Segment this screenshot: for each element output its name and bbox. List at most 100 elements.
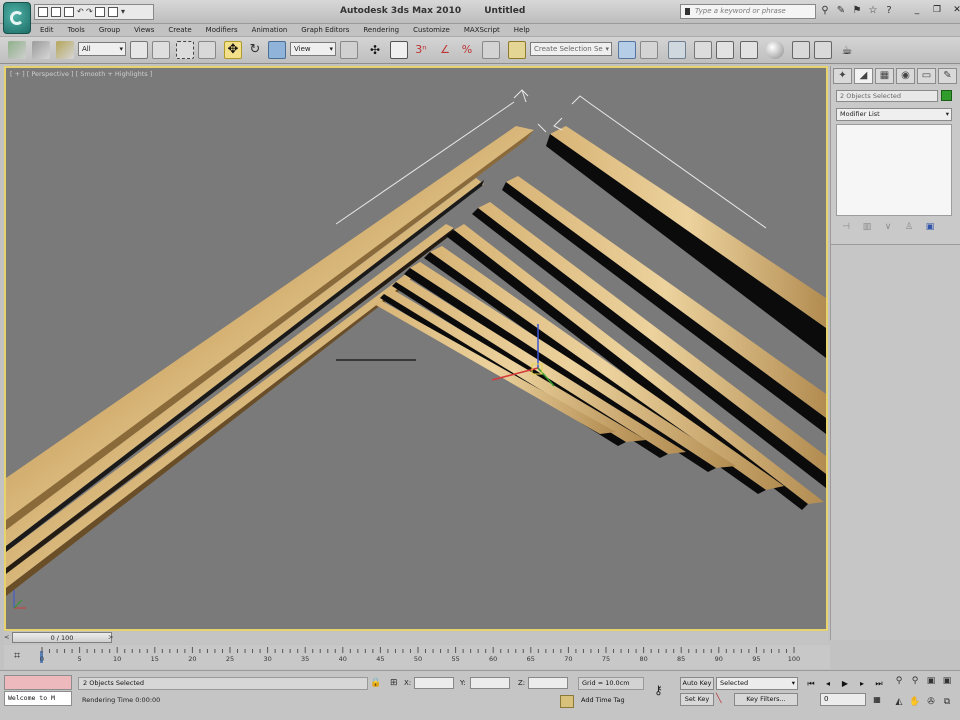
help-icon[interactable]: ?	[882, 3, 896, 19]
absolute-mode-icon[interactable]: ⊞	[390, 677, 402, 689]
select-and-scale-icon[interactable]	[268, 41, 286, 59]
project-folder-icon[interactable]	[108, 7, 118, 17]
time-slider-prev[interactable]: <	[4, 633, 9, 641]
select-object-icon[interactable]	[130, 41, 148, 59]
menu-item-animation[interactable]: Animation	[252, 24, 288, 36]
auto-key-button[interactable]: Auto Key	[680, 677, 714, 690]
curve-editor-icon[interactable]	[716, 41, 734, 59]
spinner-snap-icon[interactable]	[482, 41, 500, 59]
time-tag-icon[interactable]	[560, 695, 574, 708]
pin-stack-icon[interactable]: ⊣	[838, 219, 854, 235]
current-frame-field[interactable]: 0	[820, 693, 866, 706]
time-slider[interactable]: < 0 / 100 >	[4, 632, 828, 644]
edit-named-selection-icon[interactable]	[508, 41, 526, 59]
menu-item-modifiers[interactable]: Modifiers	[206, 24, 238, 36]
select-and-move-icon[interactable]: ✥	[224, 41, 242, 59]
maximize-viewport-icon[interactable]: ⧉	[940, 696, 954, 708]
key-filter-icon[interactable]: ╲	[716, 693, 730, 706]
selection-filter-dropdown[interactable]: All	[78, 42, 126, 56]
graphite-modeling-tools-icon[interactable]	[694, 41, 712, 59]
menu-item-help[interactable]: Help	[514, 24, 530, 36]
zoom-extents-icon[interactable]: ▣	[924, 675, 938, 687]
object-color-swatch[interactable]	[941, 90, 952, 101]
previous-frame-icon[interactable]: ◂	[821, 677, 835, 690]
time-slider-next[interactable]: >	[108, 633, 113, 641]
unlink-selection-icon[interactable]	[32, 41, 50, 59]
maxscript-mini-listener-top[interactable]	[4, 675, 72, 690]
time-slider-thumb[interactable]: 0 / 100	[12, 632, 112, 643]
qa-dropdown-icon[interactable]: ▾	[121, 7, 127, 17]
x-coordinate-field[interactable]	[414, 677, 454, 689]
play-icon[interactable]: ▶	[838, 677, 852, 690]
orbit-icon[interactable]: ✇	[924, 696, 938, 708]
key-filters-button[interactable]: Key Filters...	[734, 693, 798, 706]
display-tab-icon[interactable]: ▭	[917, 68, 936, 84]
object-name-field[interactable]: 2 Objects Selected	[836, 90, 938, 102]
create-tab-icon[interactable]: ✦	[833, 68, 852, 84]
new-file-icon[interactable]	[38, 7, 48, 17]
go-to-start-icon[interactable]: ⏮	[804, 677, 818, 690]
rendered-frame-window-icon[interactable]	[814, 41, 832, 59]
set-keys-icon[interactable]: ⚷	[654, 683, 674, 697]
infocenter-search-input[interactable]: Type a keyword or phrase	[680, 4, 816, 19]
zoom-icon[interactable]: ⚲	[892, 675, 906, 687]
menu-item-edit[interactable]: Edit	[40, 24, 54, 36]
motion-tab-icon[interactable]: ◉	[896, 68, 915, 84]
add-time-tag[interactable]: Add Time Tag	[578, 695, 644, 708]
snaps-toggle-icon[interactable]: 3ⁿ	[412, 41, 430, 59]
field-of-view-icon[interactable]: ◭	[892, 696, 906, 708]
schematic-view-icon[interactable]	[740, 41, 758, 59]
next-frame-icon[interactable]: ▸	[855, 677, 869, 690]
key-help-icon[interactable]: ✎	[834, 3, 848, 19]
key-mode-dropdown[interactable]: Selected	[716, 677, 798, 690]
layer-manager-icon[interactable]	[668, 41, 686, 59]
bind-space-warp-icon[interactable]	[56, 41, 74, 59]
configure-sets-icon[interactable]: ▣	[922, 219, 938, 235]
window-crossing-icon[interactable]	[198, 41, 216, 59]
hold-icon[interactable]	[95, 7, 105, 17]
menu-item-create[interactable]: Create	[168, 24, 191, 36]
application-button[interactable]	[3, 2, 31, 34]
angle-snap-icon[interactable]: ∠	[436, 41, 454, 59]
named-selection-sets-dropdown[interactable]: Create Selection Se	[530, 42, 612, 56]
menu-item-views[interactable]: Views	[134, 24, 154, 36]
open-file-icon[interactable]	[51, 7, 61, 17]
redo-icon[interactable]: ↷	[86, 7, 93, 17]
menu-item-customize[interactable]: Customize	[413, 24, 450, 36]
communication-center-icon[interactable]: ⚑	[850, 3, 864, 19]
zoom-extents-all-icon[interactable]: ▣	[940, 675, 954, 687]
zoom-all-icon[interactable]: ⚲	[908, 675, 922, 687]
y-coordinate-field[interactable]	[470, 677, 510, 689]
modifier-stack[interactable]	[836, 124, 952, 216]
binoculars-icon[interactable]: ⚲	[818, 3, 832, 19]
track-bar[interactable]: ⌗ 0 5 10 15 20 25 30 35 40 45 50 55 60 65 70 75 80 85 90 95…	[4, 645, 830, 669]
select-by-name-icon[interactable]	[152, 41, 170, 59]
menu-item-tools[interactable]: Tools	[68, 24, 85, 36]
viewport-label[interactable]: [ + ] [ Perspective ] [ Smooth + Highlig…	[10, 70, 152, 78]
open-mini-curve-editor-icon[interactable]: ⌗	[14, 649, 28, 663]
modifier-list-dropdown[interactable]: Modifier List	[836, 108, 952, 121]
select-link-icon[interactable]	[8, 41, 26, 59]
percent-snap-icon[interactable]: %	[458, 41, 476, 59]
maxscript-mini-listener-bottom[interactable]: Welcome to M	[4, 691, 72, 706]
remove-modifier-icon[interactable]: ♙	[901, 219, 917, 235]
select-manipulate-icon[interactable]: ✣	[366, 41, 384, 59]
menu-item-graph-editors[interactable]: Graph Editors	[301, 24, 349, 36]
perspective-viewport[interactable]: [ + ] [ Perspective ] [ Smooth + Highlig…	[4, 66, 828, 631]
align-icon[interactable]	[640, 41, 658, 59]
menu-item-rendering[interactable]: Rendering	[363, 24, 399, 36]
make-unique-icon[interactable]: ∨	[880, 219, 896, 235]
restore-button[interactable]: ❐	[932, 4, 942, 16]
time-configuration-icon[interactable]: ▦	[870, 693, 884, 706]
menu-item-group[interactable]: Group	[99, 24, 120, 36]
hierarchy-tab-icon[interactable]: ▦	[875, 68, 894, 84]
save-file-icon[interactable]	[64, 7, 74, 17]
modify-tab-icon[interactable]: ◢	[854, 68, 873, 84]
render-setup-icon[interactable]	[792, 41, 810, 59]
mirror-icon[interactable]	[618, 41, 636, 59]
minimize-button[interactable]: _	[912, 4, 922, 16]
favorites-star-icon[interactable]: ☆	[866, 3, 880, 19]
selection-lock-icon[interactable]: 🔒	[370, 677, 382, 689]
undo-icon[interactable]: ↶	[77, 7, 84, 17]
pivot-center-icon[interactable]	[340, 41, 358, 59]
